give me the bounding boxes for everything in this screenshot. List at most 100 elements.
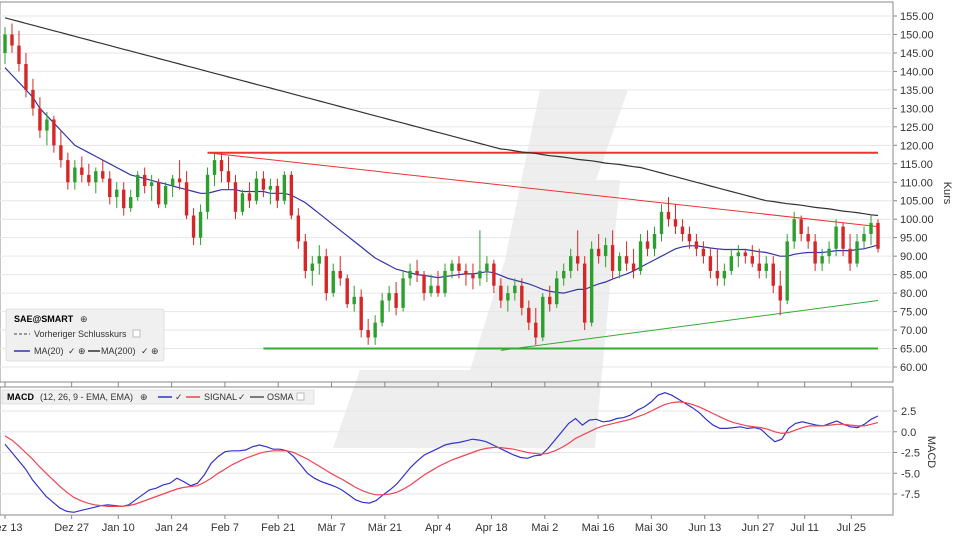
candle-body (170, 178, 175, 186)
candle-body (617, 256, 622, 271)
candle-body (149, 182, 154, 186)
candle-body (659, 211, 664, 234)
macd-check-icon[interactable]: ✓ (175, 392, 183, 402)
candle (219, 152, 224, 183)
candle (722, 263, 727, 286)
candle-body (268, 185, 273, 190)
candle-body (80, 167, 84, 175)
candle-body (450, 263, 454, 271)
candle-body (492, 263, 496, 286)
candle-body (687, 233, 692, 242)
candle-body (624, 256, 629, 264)
candle-body (87, 174, 91, 183)
macd-y-axis: 2.5 0.0 -2.5 -5.0 -7.5 (893, 406, 920, 501)
candle-body (163, 185, 168, 205)
candle (73, 160, 77, 190)
candle-body (876, 222, 880, 249)
osma-checkbox[interactable] (296, 392, 305, 401)
macd-y-tick-label: -7.5 (901, 489, 920, 501)
candle (778, 270, 782, 316)
candle (736, 245, 741, 268)
candle (233, 174, 238, 220)
candle-body (3, 34, 7, 53)
candle-body (289, 174, 294, 216)
macd-settings-icon[interactable]: ⊕ (140, 392, 148, 402)
candle-body (862, 233, 866, 242)
candle (785, 233, 789, 305)
candle (289, 171, 294, 220)
candle-body (499, 285, 503, 301)
candle (422, 270, 426, 301)
candle (184, 171, 189, 220)
candle (729, 248, 734, 275)
candle (827, 241, 831, 264)
signal-check-icon[interactable]: ✓ (238, 392, 246, 402)
candle-body (485, 263, 489, 271)
candle-body (771, 263, 775, 286)
candle (142, 167, 147, 194)
candle (170, 174, 175, 198)
x-tick-label: Dez 13 (0, 522, 22, 534)
price-y-tick-label: 115.00 (900, 159, 933, 171)
candle-body (729, 256, 734, 271)
candle (38, 97, 42, 138)
candle-body (562, 270, 566, 279)
price-y-tick-label: 70.00 (900, 325, 928, 337)
candle-body (792, 219, 796, 242)
price-y-tick-label: 155.00 (900, 11, 934, 23)
candle-body (345, 278, 349, 305)
candle (757, 248, 761, 279)
candle-body (785, 241, 789, 301)
candle (345, 274, 349, 308)
candle (352, 285, 356, 312)
candle-body (73, 167, 77, 183)
x-tick-label: Mai 16 (582, 522, 615, 534)
candle (296, 208, 301, 249)
candle (387, 285, 391, 312)
candle-body (338, 270, 342, 279)
ma200-check-icon[interactable]: ✓ ⊕ (141, 346, 159, 356)
candle-body (226, 171, 231, 183)
candle-body (59, 145, 63, 161)
candle-body (380, 300, 384, 323)
candle (373, 315, 377, 345)
candle-body (806, 233, 810, 242)
price-y-tick-label: 90.00 (900, 251, 928, 263)
candle-body (45, 119, 49, 131)
candle-body (548, 296, 552, 305)
candle-body (429, 285, 433, 294)
candle (205, 167, 210, 220)
candle-body (820, 256, 824, 264)
candle (869, 215, 873, 246)
symbol-settings-icon[interactable]: ⊕ (80, 314, 88, 324)
candle-body (366, 330, 370, 338)
candle-body (303, 241, 308, 271)
prev-close-checkbox[interactable] (132, 329, 141, 338)
candle-body (471, 274, 475, 279)
candle-body (24, 64, 28, 90)
candle (394, 282, 398, 316)
candle-body (115, 189, 119, 198)
candle-body (359, 296, 363, 331)
candle-body (261, 178, 266, 190)
x-tick-label: Feb 21 (261, 522, 295, 534)
candle-body (219, 160, 224, 172)
candle-body (436, 285, 440, 294)
candle-body (122, 189, 126, 209)
candle-body (694, 241, 699, 249)
candle (331, 263, 335, 297)
x-tick-label: Mai 30 (635, 522, 668, 534)
candle (66, 152, 70, 190)
x-tick-label: Mai 2 (531, 522, 558, 534)
candle (471, 263, 475, 290)
candle (478, 230, 482, 286)
candle (129, 189, 133, 212)
x-tick-label: Jun 27 (742, 522, 775, 534)
candle-body (443, 270, 447, 294)
candle (177, 160, 182, 190)
ma20-check-icon[interactable]: ✓ ⊕ (68, 346, 86, 356)
candle (122, 182, 126, 216)
price-y-tick-label: 135.00 (900, 85, 934, 97)
candle (94, 167, 98, 194)
candle-body (317, 256, 321, 264)
